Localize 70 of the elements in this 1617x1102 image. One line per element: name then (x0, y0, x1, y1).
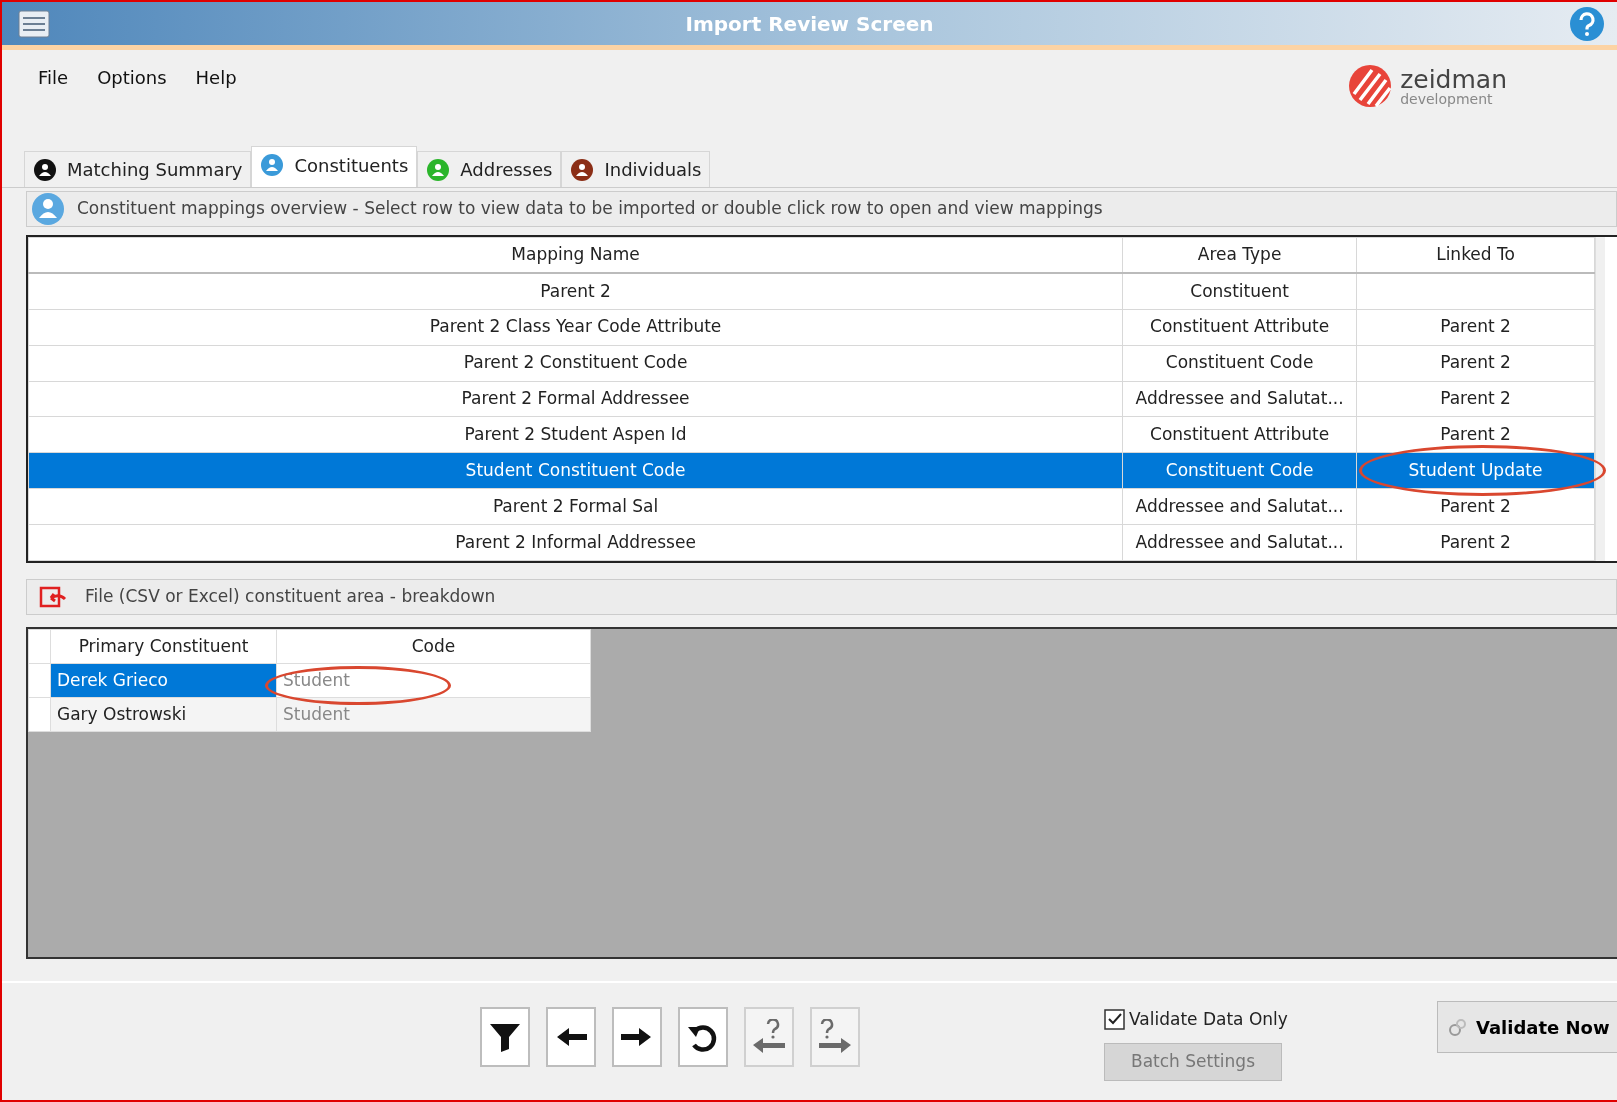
tab-label: Individuals (604, 158, 702, 182)
tab[interactable]: Constituents (251, 146, 418, 187)
table-cell: Parent 2 (28, 273, 1123, 310)
table-cell: Addressee and Salutat... (1122, 488, 1357, 525)
menu-item[interactable]: Options (97, 64, 182, 91)
table-cell: Student (276, 697, 591, 732)
table-cell: Parent 2 (1356, 488, 1595, 525)
table-cell: Parent 2 Student Aspen Id (28, 416, 1123, 453)
column-header: Code (276, 629, 591, 664)
filter-button[interactable] (480, 1007, 530, 1067)
table-cell: Addressee and Salutat... (1122, 524, 1357, 561)
left-arrow-button[interactable] (546, 1007, 596, 1067)
validate-checkbox[interactable]: Validate Data Only (1104, 1007, 1288, 1033)
tab-label: Matching Summary (67, 158, 243, 182)
exit-icon (39, 585, 67, 609)
tab[interactable]: Matching Summary (24, 151, 252, 187)
table-row[interactable]: Gary Ostrowski Student (28, 697, 591, 732)
table-row[interactable]: Parent 2 Constituent Code Constituent Code Parent 2 (28, 345, 1595, 381)
scrollbar[interactable] (1595, 237, 1605, 561)
validate-now-button[interactable]: Validate Now (1437, 1001, 1617, 1053)
table-cell: Parent 2 Formal Sal (28, 488, 1123, 525)
table-cell: Addressee and Salutat... (1122, 381, 1357, 417)
menu-item[interactable]: Help (195, 64, 252, 91)
table-cell: Parent 2 (1356, 524, 1595, 561)
breakdown-title: File (CSV or Excel) constituent area - breakdown (85, 585, 496, 609)
table-cell: Parent 2 Class Year Code Attribute (28, 309, 1123, 346)
table-cell: Parent 2 Formal Addressee (28, 381, 1123, 417)
column-header: Primary Constituent (50, 629, 277, 664)
table-row[interactable]: Parent 2 Formal Addressee Addressee and Salutat... Parent 2 (28, 381, 1595, 417)
table-cell: Parent 2 (1356, 345, 1595, 381)
table-cell: Parent 2 (1356, 381, 1595, 417)
tab-label: Addresses (460, 158, 553, 182)
table-cell: Constituent Attribute (1122, 309, 1357, 346)
undo-button[interactable] (678, 1007, 728, 1067)
tab-label: Constituents (294, 153, 409, 178)
table-cell: Constituent Attribute (1122, 416, 1357, 453)
table-cell: Constituent Code (1122, 452, 1357, 489)
table-cell: Parent 2 Informal Addressee (28, 524, 1123, 561)
tab[interactable]: Individuals (561, 151, 711, 187)
help-icon[interactable] (1569, 5, 1605, 42)
table-cell: Parent 2 (1356, 309, 1595, 346)
table-row[interactable]: Student Constituent Code Constituent Code Student Update (28, 452, 1595, 489)
logo-tagline: development (1400, 91, 1494, 106)
app-icon (18, 9, 50, 38)
logo-icon (1348, 64, 1393, 108)
table-row[interactable]: Parent 2 Formal Sal Addressee and Salutat... Parent 2 (28, 488, 1595, 525)
table-cell: Constituent Code (1122, 345, 1357, 381)
column-header: Mapping Name (28, 237, 1123, 274)
menu-item[interactable]: File (38, 64, 84, 91)
table-row[interactable]: Parent 2 Constituent (28, 273, 1595, 310)
tab[interactable]: Addresses (417, 151, 562, 187)
window-title: Import Review Screen (684, 10, 935, 38)
person-icon (31, 192, 65, 226)
right-arrow-button[interactable] (612, 1007, 662, 1067)
table-cell: Derek Grieco (50, 663, 277, 698)
overview-description: Constituent mappings overview - Select row to view data to be imported or double click row to open and view mappings (77, 197, 1103, 221)
table-row[interactable]: Parent 2 Informal Addressee Addressee and Salutat... Parent 2 (28, 524, 1595, 561)
gears-icon (1448, 1017, 1468, 1037)
column-header: Linked To (1356, 237, 1595, 274)
table-row[interactable]: Parent 2 Class Year Code Attribute Constituent Attribute Parent 2 (28, 309, 1595, 346)
table-cell: Parent 2 Constituent Code (28, 345, 1123, 381)
logo-name: zeidman (1400, 66, 1507, 92)
column-header: Area Type (1122, 237, 1357, 274)
table-row[interactable]: Parent 2 Student Aspen Id Constituent Attribute Parent 2 (28, 416, 1595, 453)
question-left-arrow-icon (751, 1019, 787, 1055)
table-cell: Student Constituent Code (28, 452, 1123, 489)
table-cell: Constituent (1122, 273, 1357, 310)
checkbox-icon (1104, 1009, 1125, 1031)
question-right-arrow-icon (817, 1019, 853, 1055)
table-cell: Gary Ostrowski (50, 697, 277, 732)
